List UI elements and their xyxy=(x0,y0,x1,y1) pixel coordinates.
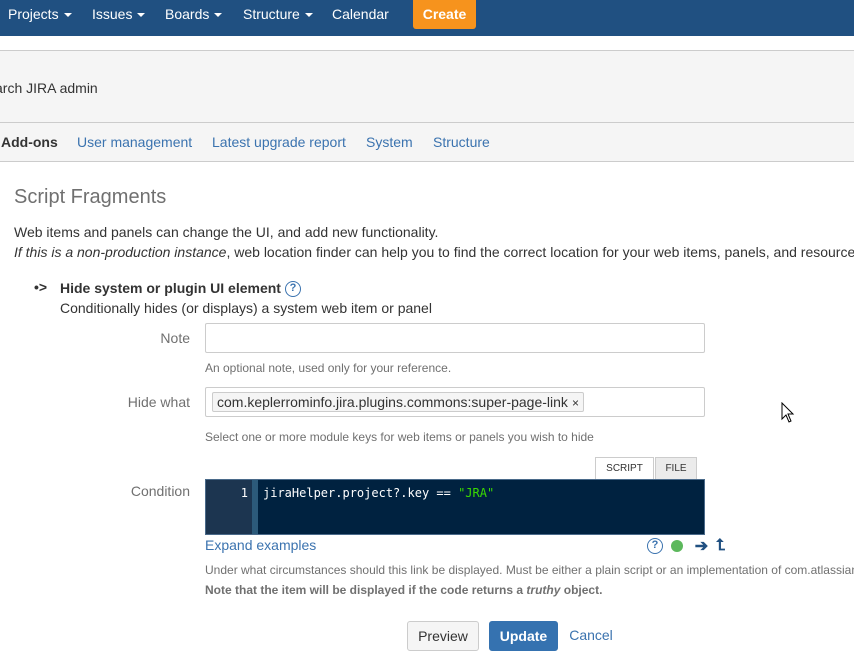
line-number: 1 xyxy=(240,486,248,500)
preview-button[interactable]: Preview xyxy=(407,621,479,651)
nav-issues-menu[interactable]: Issues xyxy=(92,0,146,30)
intro-note-italic: If this is a non-production instance xyxy=(14,244,227,260)
admin-search-text[interactable]: arch JIRA admin xyxy=(0,80,98,96)
hide-what-select[interactable]: com.keplerrominfo.jira.plugins.commons:s… xyxy=(205,387,705,417)
arrow-up-icon[interactable]: ⮤ xyxy=(716,537,725,555)
nav-projects-menu[interactable]: Projects xyxy=(8,0,72,30)
editor-toolbar: ? ➔ ⮤ xyxy=(647,536,726,556)
expand-examples-link[interactable]: Expand examples xyxy=(205,537,316,553)
condition-note-italic: truthy xyxy=(526,583,561,597)
mouse-pointer-icon xyxy=(781,402,795,423)
nav-projects-label: Projects xyxy=(8,6,59,22)
tab-file[interactable]: FILE xyxy=(655,457,697,479)
tab-system[interactable]: System xyxy=(366,134,413,150)
code-line: jiraHelper.project?.key == "JRA" xyxy=(263,486,494,500)
module-key-token-label: com.keplerrominfo.jira.plugins.commons:s… xyxy=(217,394,568,410)
bullet-marker: •> xyxy=(34,279,48,295)
editor-gutter: 1 xyxy=(206,480,252,534)
fragment-title-text: Hide system or plugin UI element xyxy=(60,280,281,296)
green-dot-icon[interactable] xyxy=(670,540,683,552)
module-key-token: com.keplerrominfo.jira.plugins.commons:s… xyxy=(212,392,584,412)
code-string: "JRA" xyxy=(458,486,495,500)
top-navigation-bar: Projects Issues Boards Structure Calenda… xyxy=(0,0,854,36)
tab-user-management[interactable]: User management xyxy=(77,134,192,150)
hide-what-label: Hide what xyxy=(127,394,190,410)
question-circle-icon[interactable]: ? xyxy=(284,281,301,298)
create-button[interactable]: Create xyxy=(413,0,476,29)
tab-script[interactable]: SCRIPT xyxy=(595,457,654,479)
nav-structure-menu[interactable]: Structure xyxy=(243,0,313,30)
note-helper: An optional note, used only for your ref… xyxy=(205,361,452,375)
condition-note-part1: Note that the item will be displayed if … xyxy=(205,583,527,597)
hide-what-helper: Select one or more module keys for web i… xyxy=(205,430,594,444)
nav-issues-label: Issues xyxy=(92,6,133,22)
fragment-description: Conditionally hides (or displays) a syst… xyxy=(60,300,432,316)
admin-header: arch JIRA admin xyxy=(0,50,854,123)
code-text: jiraHelper.project?.key == xyxy=(263,486,459,500)
page-title: Script Fragments xyxy=(14,186,167,208)
condition-helper: Under what circumstances should this lin… xyxy=(205,563,854,577)
nav-calendar-label: Calendar xyxy=(332,6,389,22)
fragment-title: Hide system or plugin UI element? xyxy=(60,280,301,298)
cancel-link[interactable]: Cancel xyxy=(563,621,619,651)
tab-add-ons[interactable]: Add-ons xyxy=(1,134,58,150)
editor-gutter-marker xyxy=(252,480,258,534)
intro-note-rest: , web location finder can help you to fi… xyxy=(226,244,854,260)
chevron-down-icon xyxy=(304,13,313,18)
chevron-down-icon xyxy=(137,13,146,18)
intro-text: Web items and panels can change the UI, … xyxy=(14,224,439,240)
condition-note: Note that the item will be displayed if … xyxy=(205,583,602,597)
condition-code-editor[interactable]: 1 jiraHelper.project?.key == "JRA" xyxy=(205,479,705,535)
tab-latest-upgrade-report[interactable]: Latest upgrade report xyxy=(212,134,346,150)
nav-calendar-link[interactable]: Calendar xyxy=(332,0,389,30)
admin-tabs: Add-ons User management Latest upgrade r… xyxy=(0,123,854,162)
condition-note-part2: object. xyxy=(560,583,603,597)
chevron-down-icon xyxy=(63,13,72,18)
chevron-down-icon xyxy=(214,13,223,18)
note-label: Note xyxy=(160,330,190,346)
tab-structure[interactable]: Structure xyxy=(433,134,490,150)
note-field[interactable] xyxy=(205,323,705,353)
remove-token-icon[interactable]: × xyxy=(572,396,579,410)
update-button[interactable]: Update xyxy=(489,621,558,651)
nav-boards-label: Boards xyxy=(165,6,210,22)
condition-label: Condition xyxy=(130,483,190,499)
intro-note: If this is a non-production instance, we… xyxy=(14,244,854,260)
question-circle-icon[interactable]: ? xyxy=(647,538,663,554)
nav-boards-menu[interactable]: Boards xyxy=(165,0,223,30)
arrow-right-icon[interactable]: ➔ xyxy=(695,536,708,556)
nav-structure-label: Structure xyxy=(243,6,300,22)
